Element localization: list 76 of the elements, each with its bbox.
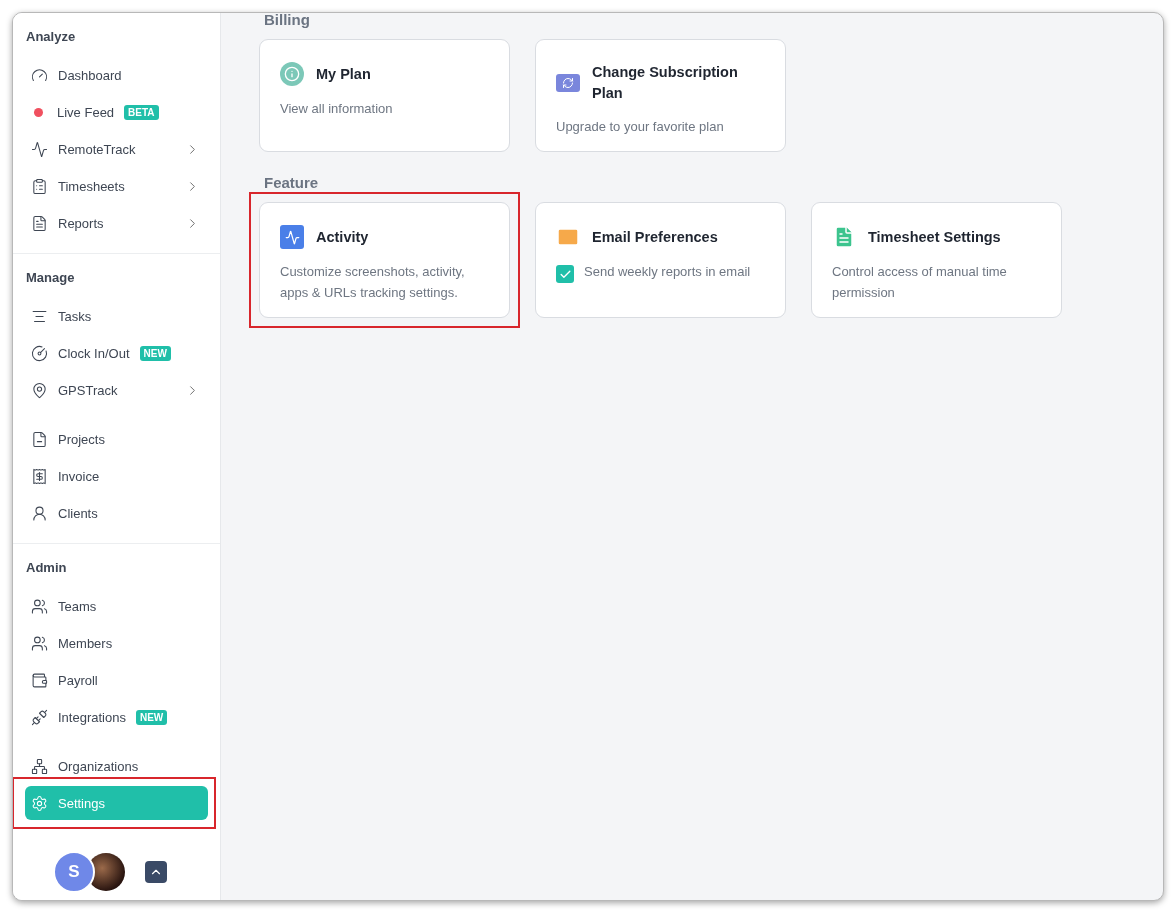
badge: NEW <box>139 345 171 361</box>
sidebar-item[interactable]: Reports <box>25 206 208 240</box>
activity-icon <box>280 225 304 249</box>
menu-icon <box>31 66 48 84</box>
sidebar-item[interactable]: Live Feed BETA <box>25 95 208 129</box>
badge: BETA <box>124 104 159 120</box>
menu-icon <box>31 504 48 522</box>
sidebar-item[interactable]: Organizations <box>25 749 208 783</box>
item-label: Timesheets <box>58 178 125 194</box>
item-label: RemoteTrack <box>58 141 136 157</box>
settings-card[interactable]: Timesheet Settings Control access of manual time permission <box>811 202 1062 318</box>
collapse-button[interactable] <box>145 861 167 883</box>
item-label: Clock In/Out <box>58 345 130 361</box>
sidebar-item[interactable]: Integrations NEW <box>25 700 208 734</box>
item-label: Settings <box>58 795 105 811</box>
card-title: Activity <box>316 227 369 247</box>
info-icon <box>280 62 304 86</box>
sidebar-item[interactable]: Invoice <box>25 459 208 493</box>
section-heading: Billing <box>264 13 311 28</box>
menu-icon <box>31 794 48 812</box>
card-description: Customize screenshots, activity, apps & URLs tracking settings. <box>280 263 466 302</box>
item-label: GPSTrack <box>58 382 118 398</box>
item-label: Dashboard <box>58 67 122 83</box>
sidebar-item[interactable]: Projects <box>25 422 208 456</box>
item-label: Members <box>58 635 113 651</box>
item-label: Clients <box>58 505 98 521</box>
section-heading: Analyze <box>26 29 77 44</box>
sidebar-item[interactable]: RemoteTrack <box>25 132 208 166</box>
checkbox[interactable] <box>556 265 574 283</box>
sidebar-item[interactable]: Dashboard <box>25 58 208 92</box>
card-description: Control access of manual time permission <box>832 263 1008 302</box>
section-heading: Admin <box>26 560 68 575</box>
settings-card[interactable]: Change Subscription Plan Upgrade to your favorite plan <box>535 39 786 152</box>
item-label: Invoice <box>58 468 100 484</box>
settings-card[interactable]: Email Preferences Send weekly reports in email <box>535 202 786 318</box>
card-title: My Plan <box>316 64 371 84</box>
item-label: Integrations <box>58 709 126 725</box>
item-label: Live Feed <box>57 104 115 120</box>
item-label: Tasks <box>58 308 92 324</box>
sidebar-item[interactable]: GPSTrack <box>25 373 208 407</box>
sidebar-item[interactable]: Teams <box>25 589 208 623</box>
item-label: Payroll <box>58 672 98 688</box>
menu-icon <box>31 597 48 615</box>
refresh-icon <box>556 74 580 92</box>
sidebar-item[interactable]: Clock In/Out NEW <box>25 336 208 370</box>
menu-icon <box>31 214 48 232</box>
menu-icon <box>31 757 48 775</box>
menu-icon <box>31 140 48 158</box>
card-description: View all information <box>280 100 394 118</box>
badge: NEW <box>135 709 168 725</box>
menu-icon <box>31 708 48 726</box>
menu-icon <box>31 634 48 652</box>
sidebar-item[interactable]: Members <box>25 626 208 660</box>
item-label: Organizations <box>58 758 139 774</box>
menu-icon <box>31 344 48 362</box>
sidebar-item[interactable]: Clients <box>25 496 208 530</box>
item-label: Reports <box>58 215 104 231</box>
settings-card[interactable]: My Plan View all information <box>259 39 510 152</box>
card-title: Timesheet Settings <box>868 227 1001 247</box>
card-title: Change Subscription Plan <box>592 63 739 103</box>
item-label: Teams <box>58 598 97 614</box>
card-title: Email Preferences <box>592 227 718 247</box>
section-heading: Manage <box>26 270 76 285</box>
section-heading: Feature <box>264 174 320 191</box>
menu-icon <box>31 671 48 689</box>
menu-icon <box>31 467 48 485</box>
menu-icon <box>31 177 48 195</box>
card-description: Send weekly reports in email <box>584 263 751 281</box>
sidebar-item[interactable]: Payroll <box>25 663 208 697</box>
item-label: Projects <box>58 431 105 447</box>
settings-card[interactable]: Activity Customize screenshots, activity, apps & URLs tracking settings. <box>259 202 510 318</box>
card-description: Upgrade to your favorite plan <box>556 118 725 136</box>
menu-icon <box>31 430 48 448</box>
sidebar-item[interactable]: Tasks <box>25 299 208 333</box>
sidebar-item[interactable]: Timesheets <box>25 169 208 203</box>
menu-icon <box>31 381 48 399</box>
